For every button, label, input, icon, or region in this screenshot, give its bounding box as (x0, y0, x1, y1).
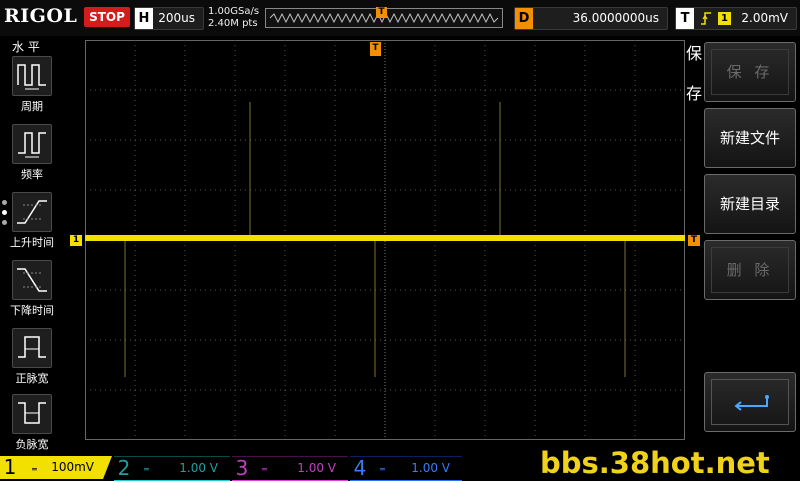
timebase-box[interactable]: H 200us (134, 7, 204, 30)
horizontal-tag: H (135, 8, 153, 29)
channel-2-scale: 1.00 V (179, 461, 218, 475)
negative-width-button[interactable] (12, 394, 52, 434)
channel-3-coupling-icon: ═ (262, 465, 267, 474)
delay-value: 36.0000000us (572, 11, 659, 25)
watermark: bbs.38hot.net (540, 446, 770, 480)
menu-title-line2: 存 (686, 84, 703, 103)
trigger-box[interactable]: T 1 2.00mV (675, 7, 797, 30)
delay-tag: D (515, 8, 533, 29)
fall-time-button[interactable] (12, 260, 52, 300)
graticule (85, 40, 685, 440)
channel-4-number: 4 (353, 456, 367, 480)
page-dot (2, 200, 7, 205)
trigger-time-marker[interactable]: T (370, 42, 381, 56)
brand-logo: RIGOL (4, 5, 78, 27)
period-icon (17, 64, 46, 90)
panel-title: 水 平 (12, 40, 40, 54)
rising-edge-icon (701, 12, 711, 25)
negative-width-icon (18, 402, 46, 424)
frequency-button[interactable] (12, 124, 52, 164)
trigger-tag: T (676, 8, 694, 29)
trigger-source: 1 (718, 12, 731, 25)
channel-2-number: 2 (117, 456, 131, 480)
channel-4-tab[interactable]: 4 ═ 1.00 V (350, 456, 462, 481)
channel-1-tab[interactable]: 1 ═ 100mV (0, 456, 112, 479)
acquisition-info: 1.00GSa/s 2.40M pts (208, 6, 259, 30)
channel-1-scale: 100mV (51, 460, 94, 474)
measure-panel: 水 平 周期 频率 上升时间 下降时间 正脉宽 负脉宽 (0, 36, 58, 456)
fall-time-label: 下降时间 (10, 304, 54, 317)
positive-width-label: 正脉宽 (15, 372, 49, 385)
waveform-display[interactable] (85, 40, 685, 440)
save-button-frame (711, 49, 789, 95)
frequency-icon (18, 132, 46, 158)
new-file-button[interactable]: 新建文件 (704, 108, 796, 168)
positive-width-button[interactable] (12, 328, 52, 368)
period-button[interactable] (12, 56, 52, 96)
enter-button[interactable] (704, 372, 796, 432)
channel-4-coupling-icon: ═ (380, 465, 385, 474)
delay-box[interactable]: D 36.0000000us (514, 7, 668, 30)
memory-depth: 2.40M pts (208, 18, 258, 29)
trigger-position-marker: T (376, 7, 387, 18)
period-label: 周期 (21, 100, 43, 113)
menu-title-line1: 保 (686, 44, 703, 63)
delete-button[interactable]: 删 除 (704, 240, 796, 300)
timebase-value: 200us (158, 11, 195, 25)
new-folder-label: 新建目录 (719, 195, 780, 213)
delete-button-frame (711, 247, 789, 293)
channel-1-offset-marker[interactable]: 1 (70, 235, 82, 246)
negative-width-label: 负脉宽 (15, 438, 49, 451)
sample-rate: 1.00GSa/s (208, 6, 260, 17)
enter-arrow-icon (734, 395, 769, 411)
run-stop-indicator[interactable]: STOP (84, 7, 130, 27)
channel-4-scale: 1.00 V (411, 461, 450, 475)
channel-3-number: 3 (235, 456, 249, 480)
positive-width-icon (18, 336, 46, 358)
page-dot (2, 220, 7, 225)
rise-time-button[interactable] (12, 192, 52, 232)
rise-time-icon (17, 200, 47, 224)
channel-3-tab[interactable]: 3 ═ 1.00 V (232, 456, 348, 481)
channel-1-trace (85, 235, 685, 241)
menu-title: 保 存 (686, 42, 704, 106)
trigger-level-marker[interactable]: T (688, 235, 700, 246)
frequency-label: 频率 (21, 168, 43, 181)
page-dot (2, 210, 7, 215)
channel-1-number: 1 (3, 455, 17, 479)
new-file-label: 新建文件 (719, 129, 780, 147)
new-folder-button[interactable]: 新建目录 (704, 174, 796, 234)
channel-3-scale: 1.00 V (297, 461, 336, 475)
channel-1-coupling-icon: ═ (32, 465, 37, 474)
fall-time-icon (17, 268, 47, 292)
rise-time-label: 上升时间 (10, 236, 54, 249)
channel-2-coupling-icon: ═ (144, 465, 149, 474)
channel-2-tab[interactable]: 2 ═ 1.00 V (114, 456, 230, 481)
trigger-level: 2.00mV (741, 11, 788, 25)
save-button[interactable]: 保 存 (704, 42, 796, 102)
